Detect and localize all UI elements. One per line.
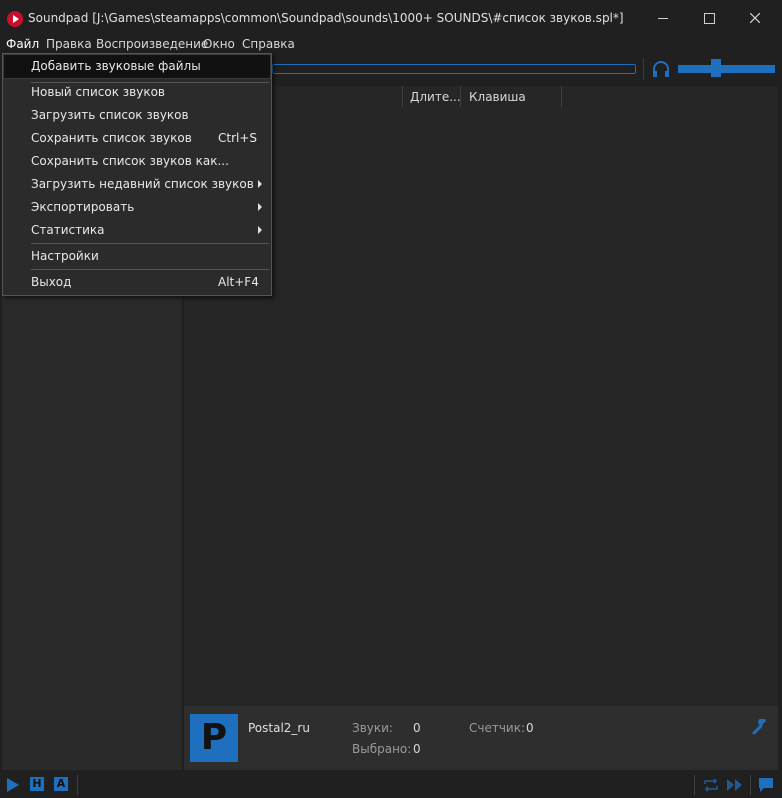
soundlist-logo: P: [190, 714, 238, 762]
menu-window[interactable]: Окно: [203, 37, 235, 51]
volume-slider-thumb[interactable]: [711, 59, 721, 77]
close-icon: [750, 13, 760, 23]
status-divider: [77, 775, 78, 795]
column-divider: [561, 86, 562, 107]
volume-slider[interactable]: [678, 65, 775, 73]
menu-edit[interactable]: Правка: [46, 37, 92, 51]
column-divider: [460, 86, 461, 107]
title-bar: Soundpad [J:\Games\steamapps\common\Soun…: [0, 0, 782, 36]
autoplay-toggle[interactable]: A: [54, 777, 68, 791]
menu-statistics[interactable]: Статистика: [4, 219, 270, 242]
play-icon[interactable]: [6, 777, 20, 793]
status-divider: [750, 775, 751, 795]
counter-value: 0: [526, 721, 534, 735]
close-button[interactable]: [732, 4, 778, 32]
column-hotkey[interactable]: Клавиша: [469, 86, 559, 108]
minimize-button[interactable]: [640, 4, 686, 32]
soundpad-logo-icon: [7, 11, 23, 27]
fast-forward-icon[interactable]: [726, 777, 744, 793]
sound-list[interactable]: Длите... Клавиша: [184, 86, 778, 706]
menu-file[interactable]: Файл: [6, 37, 39, 51]
menu-help[interactable]: Справка: [242, 37, 295, 51]
sounds-label: Звуки:: [352, 721, 393, 735]
file-menu-dropdown: Добавить звуковые файлы Новый список зву…: [2, 53, 272, 296]
menu-separator: [31, 243, 269, 244]
counter-label: Счетчик:: [469, 721, 526, 735]
selected-label: Выбрано:: [352, 742, 412, 756]
submenu-arrow-icon: [258, 203, 262, 211]
menu-exit[interactable]: Выход Alt+F4: [4, 271, 270, 294]
menu-separator: [31, 269, 269, 270]
sounds-value: 0: [413, 721, 421, 735]
maximize-button[interactable]: [686, 4, 732, 32]
headphones-icon[interactable]: [652, 60, 670, 78]
info-panel: P Postal2_ru Звуки: 0 Счетчик: 0 Выбрано…: [184, 706, 778, 770]
status-bar: H A: [0, 772, 782, 798]
window-title: Soundpad [J:\Games\steamapps\common\Soun…: [28, 11, 624, 25]
menu-save-sound-list-as[interactable]: Сохранить список звуков как...: [4, 150, 270, 173]
column-divider: [402, 86, 403, 107]
menu-add-sound-files[interactable]: Добавить звуковые файлы: [3, 54, 271, 79]
column-duration[interactable]: Длите...: [410, 86, 460, 108]
search-input[interactable]: [272, 64, 636, 74]
menu-bar: Файл Правка Воспроизведение Окно Справка: [0, 36, 782, 52]
submenu-arrow-icon: [258, 180, 262, 188]
menu-playback[interactable]: Воспроизведение: [96, 37, 208, 51]
repeat-icon[interactable]: [703, 777, 719, 793]
menu-export[interactable]: Экспортировать: [4, 196, 270, 219]
submenu-arrow-icon: [258, 226, 262, 234]
menu-load-recent-sound-list[interactable]: Загрузить недавний список звуков: [4, 173, 270, 196]
hotkeys-toggle[interactable]: H: [30, 777, 44, 791]
menu-settings[interactable]: Настройки: [4, 245, 270, 268]
wrench-icon[interactable]: [752, 719, 768, 735]
menu-save-sound-list[interactable]: Сохранить список звуков Ctrl+S: [4, 127, 270, 150]
menu-load-sound-list[interactable]: Загрузить список звуков: [4, 104, 270, 127]
shortcut-alt-f4: Alt+F4: [218, 275, 259, 289]
toolbar-divider: [643, 58, 644, 80]
status-divider: [694, 775, 695, 795]
selected-value: 0: [413, 742, 421, 756]
menu-new-sound-list[interactable]: Новый список звуков: [4, 81, 270, 104]
sound-list-name: Postal2_ru: [248, 721, 310, 735]
shortcut-ctrl-s: Ctrl+S: [218, 131, 258, 145]
chat-icon[interactable]: [758, 777, 774, 793]
